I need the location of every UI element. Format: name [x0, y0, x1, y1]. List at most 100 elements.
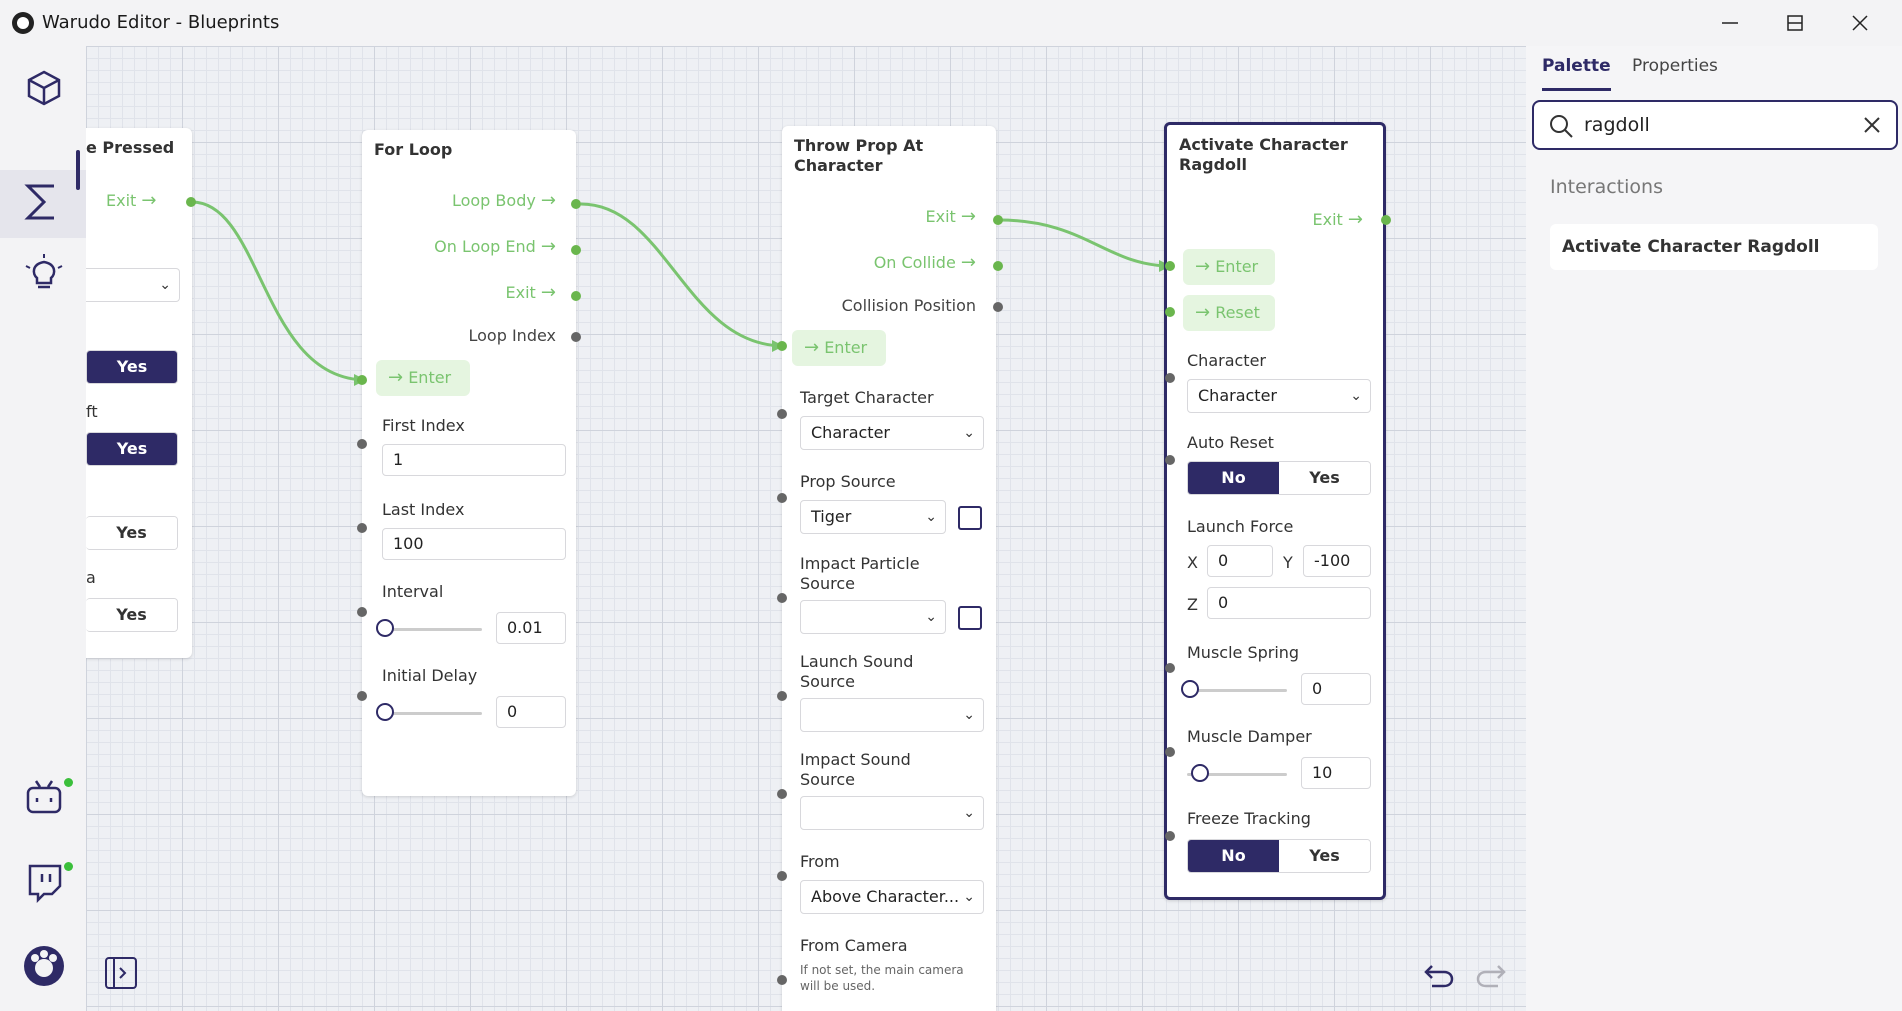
from-select[interactable]: Above Character... ⌄ [800, 880, 984, 914]
toggle-2[interactable]: Yes [86, 432, 178, 466]
loop-index-output[interactable]: Loop Index [469, 326, 557, 345]
target-character-select[interactable]: Character ⌄ [800, 416, 984, 450]
exit-output[interactable]: Exit → [926, 206, 976, 227]
image-picker-icon[interactable] [958, 506, 982, 530]
reset-port[interactable] [1165, 307, 1175, 317]
character-select[interactable]: Character ⌄ [1187, 379, 1371, 413]
enter-input[interactable]: → Enter [792, 330, 886, 366]
sidebar-item-warudo[interactable] [22, 944, 66, 988]
yes-option[interactable]: Yes [86, 517, 177, 549]
exit-port[interactable] [186, 197, 196, 207]
enter-port[interactable] [357, 375, 367, 385]
initial-delay-port[interactable] [357, 691, 367, 701]
initial-delay-slider[interactable] [382, 712, 482, 715]
palette-result-item[interactable]: Activate Character Ragdoll [1550, 224, 1878, 270]
from-port[interactable] [777, 871, 787, 881]
interval-input[interactable]: 0.01 [496, 612, 566, 644]
node-activate-ragdoll[interactable]: Activate Character Ragdoll Exit → → Enter… [1164, 122, 1386, 900]
yes-option[interactable]: Yes [87, 433, 177, 465]
exit-output[interactable]: Exit → [106, 190, 156, 211]
collision-position-port[interactable] [993, 302, 1003, 312]
sidebar-item-tips[interactable] [22, 252, 66, 296]
launch-force-z-input[interactable]: 0 [1207, 587, 1371, 619]
interval-slider-knob[interactable] [376, 619, 394, 637]
yes-option[interactable]: Yes [86, 599, 177, 631]
target-character-port[interactable] [777, 409, 787, 419]
last-index-input[interactable]: 100 [382, 528, 566, 560]
muscle-spring-input[interactable]: 0 [1301, 673, 1371, 705]
enter-input[interactable]: → Enter [376, 360, 470, 396]
interval-slider[interactable] [382, 628, 482, 631]
enter-port[interactable] [777, 341, 787, 351]
loop-body-port[interactable] [571, 199, 581, 209]
freeze-tracking-port[interactable] [1165, 831, 1175, 841]
muscle-spring-port[interactable] [1165, 663, 1175, 673]
node-key-pressed[interactable]: e Pressed Exit → ⌄ Yes ft Yes Yes a Yes [86, 128, 192, 658]
reset-input[interactable]: → Reset [1183, 295, 1275, 331]
tab-palette[interactable]: Palette [1542, 56, 1611, 91]
undo-button[interactable] [1422, 958, 1456, 992]
yes-option[interactable]: Yes [1279, 840, 1370, 872]
prop-source-select[interactable]: Tiger ⌄ [800, 500, 946, 534]
first-index-port[interactable] [357, 439, 367, 449]
exit-port[interactable] [571, 291, 581, 301]
auto-reset-port[interactable] [1165, 455, 1175, 465]
tab-properties[interactable]: Properties [1632, 56, 1718, 88]
sidebar-item-scene[interactable] [22, 66, 66, 110]
enter-input[interactable]: → Enter [1183, 249, 1275, 285]
first-index-input[interactable]: 1 [382, 444, 566, 476]
redo-button[interactable] [1474, 958, 1508, 992]
exit-output[interactable]: Exit → [506, 282, 556, 303]
collision-position-output[interactable]: Collision Position [842, 296, 976, 315]
enter-port[interactable] [1165, 261, 1175, 271]
impact-sound-port[interactable] [777, 789, 787, 799]
on-loop-end-port[interactable] [571, 245, 581, 255]
loop-index-port[interactable] [571, 332, 581, 342]
muscle-damper-input[interactable]: 10 [1301, 757, 1371, 789]
from-camera-port[interactable] [777, 975, 787, 985]
interval-port[interactable] [357, 607, 367, 617]
sidebar-item-twitch[interactable] [22, 860, 66, 904]
toggle-3[interactable]: Yes [86, 516, 178, 550]
loop-body-output[interactable]: Loop Body → [452, 190, 556, 211]
yes-option[interactable]: Yes [87, 351, 177, 383]
launch-force-x-input[interactable]: 0 [1207, 545, 1273, 577]
muscle-spring-slider-knob[interactable] [1181, 680, 1199, 698]
initial-delay-slider-knob[interactable] [376, 703, 394, 721]
on-collide-port[interactable] [993, 261, 1003, 271]
image-picker-icon[interactable] [958, 606, 982, 630]
muscle-spring-slider[interactable] [1187, 689, 1287, 692]
no-option[interactable]: No [1188, 840, 1279, 872]
toggle-1[interactable]: Yes [86, 350, 178, 384]
exit-port[interactable] [1381, 215, 1391, 225]
auto-reset-toggle[interactable]: No Yes [1187, 461, 1371, 495]
launch-force-y-input[interactable]: -100 [1303, 545, 1371, 577]
blueprint-canvas[interactable]: e Pressed Exit → ⌄ Yes ft Yes Yes a Yes … [86, 46, 1526, 1011]
toggle-4[interactable]: Yes [86, 598, 178, 632]
on-collide-output[interactable]: On Collide → [874, 252, 976, 273]
launch-sound-port[interactable] [777, 691, 787, 701]
toggle-panel-button[interactable] [104, 956, 138, 990]
search-input[interactable]: ragdoll [1584, 114, 1650, 136]
clear-search-icon[interactable] [1862, 115, 1882, 135]
character-port[interactable] [1165, 373, 1175, 383]
exit-port[interactable] [993, 215, 1003, 225]
muscle-damper-port[interactable] [1165, 747, 1175, 757]
sidebar-item-blueprints[interactable] [0, 170, 86, 238]
minimize-button[interactable] [1700, 0, 1760, 46]
muscle-damper-slider-knob[interactable] [1191, 764, 1209, 782]
exit-output[interactable]: Exit → [1313, 209, 1363, 230]
no-option[interactable]: No [1188, 462, 1279, 494]
launch-sound-select[interactable]: ⌄ [800, 698, 984, 732]
prop-source-port[interactable] [777, 493, 787, 503]
on-loop-end-output[interactable]: On Loop End → [434, 236, 556, 257]
palette-search-box[interactable]: ragdoll [1532, 100, 1898, 150]
maximize-button[interactable] [1765, 0, 1825, 46]
key-select[interactable]: ⌄ [86, 268, 180, 302]
impact-particle-select[interactable]: ⌄ [800, 600, 946, 634]
initial-delay-input[interactable]: 0 [496, 696, 566, 728]
yes-option[interactable]: Yes [1279, 462, 1370, 494]
node-for-loop[interactable]: For Loop Loop Body → On Loop End → Exit … [362, 130, 576, 796]
last-index-port[interactable] [357, 523, 367, 533]
impact-particle-port[interactable] [777, 593, 787, 603]
